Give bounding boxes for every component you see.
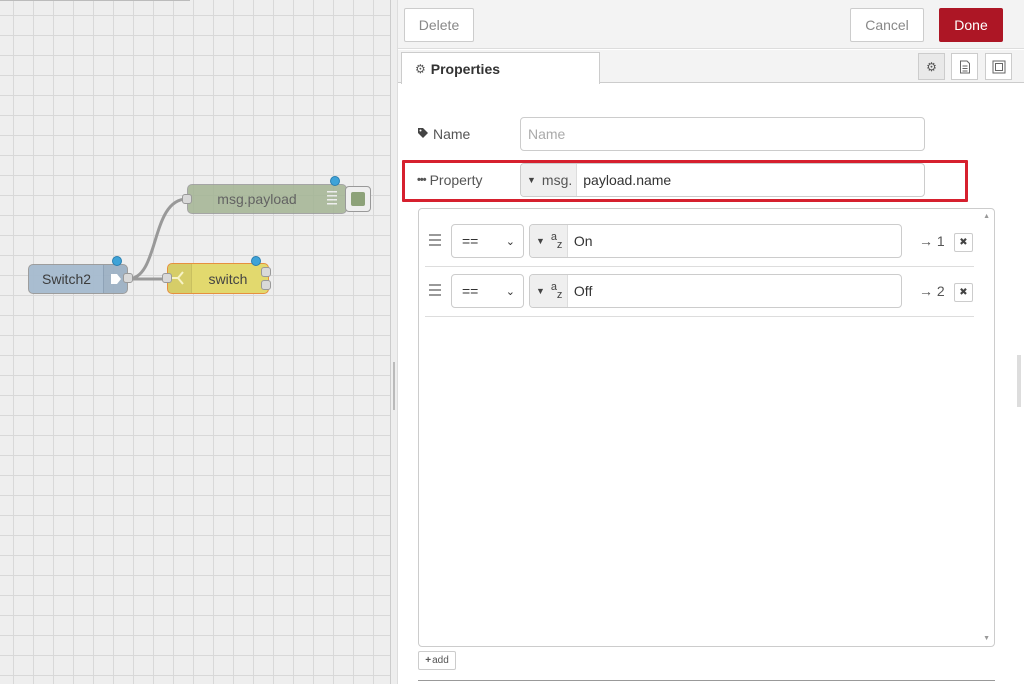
rule-row: == ⌄ ▼ az On → 1 ✖ — [425, 217, 974, 267]
name-row: Name Name — [417, 117, 925, 151]
remove-icon[interactable]: ✖ — [954, 233, 973, 252]
property-typed-input[interactable]: ▼ msg. payload.name — [520, 163, 925, 197]
property-label: ••• Property — [417, 172, 520, 188]
plus-icon: + — [425, 655, 432, 666]
rule-operator-value: == — [462, 233, 479, 249]
tab-properties-label: Properties — [430, 60, 501, 77]
name-input[interactable]: Name — [520, 117, 925, 151]
done-button[interactable]: Done — [939, 8, 1003, 42]
tray-header: Delete Cancel Done — [398, 0, 1024, 49]
property-type-select[interactable]: ▼ msg. — [521, 164, 578, 196]
remove-icon[interactable]: ✖ — [954, 283, 973, 302]
caret-down-icon: ▼ — [527, 175, 536, 185]
rule-value[interactable]: Off — [568, 275, 592, 307]
drag-handle-icon[interactable] — [429, 234, 441, 246]
rule-output-port: → 2 — [919, 283, 945, 299]
caret-down-icon: ▼ — [536, 286, 545, 296]
tray-tabs: ⚙ Properties ⚙ — [398, 50, 1024, 84]
cancel-button[interactable]: Cancel — [850, 8, 924, 42]
rule-value-input[interactable]: ▼ az On — [529, 224, 902, 258]
ellipsis-icon: ••• — [417, 174, 427, 186]
tag-icon — [417, 127, 429, 142]
gear-icon: ⚙ — [415, 61, 426, 76]
property-row: ••• Property ▼ msg. payload.name — [417, 163, 925, 197]
scroll-up-icon[interactable]: ▲ — [983, 213, 990, 220]
tray-resize-grip[interactable] — [1017, 355, 1021, 407]
switch-node[interactable]: switch — [167, 263, 269, 294]
add-rule-button[interactable]: + add — [418, 651, 456, 670]
frame-icon — [992, 60, 1005, 73]
add-rule-label: add — [432, 655, 449, 666]
rule-operator-select[interactable]: == ⌄ — [451, 224, 524, 258]
name-placeholder: Name — [528, 126, 566, 142]
inject-node[interactable]: Switch2 — [28, 264, 128, 294]
edit-tray: Delete Cancel Done ⚙ Properties ⚙ Name N… — [398, 0, 1024, 684]
string-type-icon: az — [550, 281, 563, 301]
rule-value-type-select[interactable]: ▼ az — [530, 225, 568, 257]
rule-value-input[interactable]: ▼ az Off — [529, 274, 902, 308]
info-icon — [959, 60, 970, 73]
rule-operator-value: == — [462, 283, 479, 299]
switch-changed-indicator — [251, 256, 261, 266]
switch-input-port[interactable] — [162, 273, 172, 283]
chevron-down-icon: ⌄ — [505, 285, 515, 298]
debug-list-icon — [327, 191, 337, 205]
string-type-icon: az — [550, 231, 563, 251]
inject-changed-indicator — [112, 256, 122, 266]
rule-output-port: → 1 — [919, 233, 945, 249]
section-divider — [418, 680, 995, 681]
flow-wires — [127, 197, 188, 281]
property-value[interactable]: payload.name — [577, 164, 671, 196]
editor-splitter[interactable] — [390, 0, 398, 684]
tab-appearance[interactable] — [985, 53, 1012, 80]
tab-properties[interactable]: ⚙ Properties — [401, 52, 600, 84]
name-label: Name — [417, 126, 520, 142]
tab-node-settings[interactable]: ⚙ — [918, 53, 945, 80]
name-label-text: Name — [433, 126, 471, 142]
flow-canvas[interactable]: Switch2 msg.payload switch — [0, 0, 392, 684]
rules-list[interactable]: ▲ == ⌄ ▼ az On → 1 ✖ == ⌄ ▼ a z Off → 2 … — [418, 208, 995, 647]
delete-button[interactable]: Delete — [404, 8, 474, 42]
tab-description[interactable] — [951, 53, 978, 80]
debug-node[interactable]: msg.payload — [187, 184, 347, 214]
rule-value-type-select[interactable]: ▼ az — [530, 275, 568, 307]
scroll-down-icon[interactable]: ▼ — [983, 635, 990, 642]
debug-changed-indicator — [330, 176, 340, 186]
rule-row: == ⌄ ▼ az Off → 2 ✖ — [425, 267, 974, 317]
property-label-text: Property — [429, 172, 483, 188]
drag-handle-icon[interactable] — [429, 284, 441, 296]
chevron-down-icon: ⌄ — [505, 235, 515, 248]
debug-input-port[interactable] — [182, 194, 192, 204]
gear-icon: ⚙ — [926, 59, 937, 74]
switch-output-port-2[interactable] — [261, 280, 271, 290]
caret-down-icon: ▼ — [536, 236, 545, 246]
rule-operator-select[interactable]: == ⌄ — [451, 274, 524, 308]
debug-toggle-button[interactable] — [345, 186, 371, 212]
property-type-label: msg. — [541, 172, 573, 188]
switch-output-port-1[interactable] — [261, 267, 271, 277]
rule-value[interactable]: On — [568, 225, 593, 257]
inject-output-port[interactable] — [123, 273, 133, 283]
debug-node-label: msg.payload — [217, 191, 297, 207]
